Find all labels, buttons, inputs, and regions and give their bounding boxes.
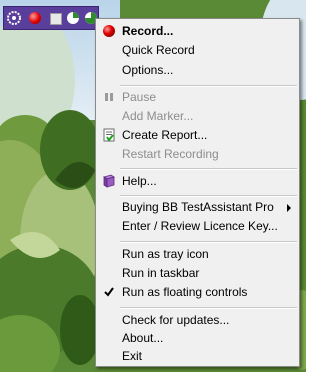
menu-separator bbox=[120, 168, 297, 170]
menu-item-taskbar[interactable]: Run in taskbar bbox=[98, 264, 297, 283]
menu-label: Enter / Review Licence Key... bbox=[122, 219, 278, 233]
menu-label: Check for updates... bbox=[122, 313, 230, 327]
menu-label: Pause bbox=[122, 90, 157, 104]
menu-label: Record... bbox=[122, 24, 174, 38]
menu-label: Run in taskbar bbox=[122, 266, 200, 280]
submenu-arrow-icon bbox=[287, 204, 291, 212]
menu-item-create-report[interactable]: Create Report... bbox=[98, 126, 297, 145]
report-icon bbox=[102, 128, 116, 142]
menu-separator bbox=[120, 195, 297, 197]
menu-item-quick-record[interactable]: Quick Record bbox=[98, 41, 297, 60]
menu-label: Help... bbox=[122, 174, 157, 188]
menu-label: Run as tray icon bbox=[122, 247, 209, 261]
checkmark-icon bbox=[102, 285, 116, 299]
help-book-icon bbox=[102, 174, 116, 188]
menu-item-help[interactable]: Help... bbox=[98, 172, 297, 191]
context-menu: Record... Quick Record Options... Pause … bbox=[95, 18, 300, 367]
menu-label: Add Marker... bbox=[122, 109, 194, 123]
menu-separator bbox=[120, 85, 297, 87]
menu-item-options[interactable]: Options... bbox=[98, 61, 297, 80]
menu-item-licence[interactable]: Enter / Review Licence Key... bbox=[98, 217, 297, 236]
menu-item-record[interactable]: Record... bbox=[98, 22, 297, 41]
menu-item-buying[interactable]: Buying BB TestAssistant Pro bbox=[98, 198, 297, 217]
menu-label: Quick Record bbox=[122, 43, 195, 57]
menu-label: Options... bbox=[122, 63, 174, 77]
logo-icon[interactable] bbox=[7, 11, 21, 25]
floating-controls-bar[interactable] bbox=[3, 6, 99, 30]
desktop-background: Record... Quick Record Options... Pause … bbox=[0, 0, 306, 372]
menu-item-add-marker: Add Marker... bbox=[98, 107, 297, 126]
menu-label: Create Report... bbox=[122, 128, 208, 142]
menu-item-exit[interactable]: Exit bbox=[98, 347, 297, 366]
menu-item-restart-recording: Restart Recording bbox=[98, 145, 297, 164]
menu-label: Buying BB TestAssistant Pro bbox=[122, 200, 274, 214]
menu-item-check-updates[interactable]: Check for updates... bbox=[98, 311, 297, 330]
menu-item-floating-controls[interactable]: Run as floating controls bbox=[98, 283, 297, 302]
menu-item-pause: Pause bbox=[98, 88, 297, 107]
menu-label: Exit bbox=[122, 349, 143, 363]
menu-item-tray-icon[interactable]: Run as tray icon bbox=[98, 245, 297, 264]
menu-label: Run as floating controls bbox=[122, 285, 248, 299]
record-icon bbox=[102, 24, 116, 38]
pause-icon bbox=[102, 90, 116, 104]
menu-item-about[interactable]: About... bbox=[98, 329, 297, 348]
menu-label: Restart Recording bbox=[122, 147, 219, 161]
record-icon[interactable] bbox=[28, 11, 42, 25]
menu-label: About... bbox=[122, 331, 164, 345]
progress-icon bbox=[66, 11, 80, 25]
stop-icon[interactable] bbox=[48, 11, 62, 25]
menu-separator bbox=[120, 307, 297, 309]
menu-separator bbox=[120, 241, 297, 243]
